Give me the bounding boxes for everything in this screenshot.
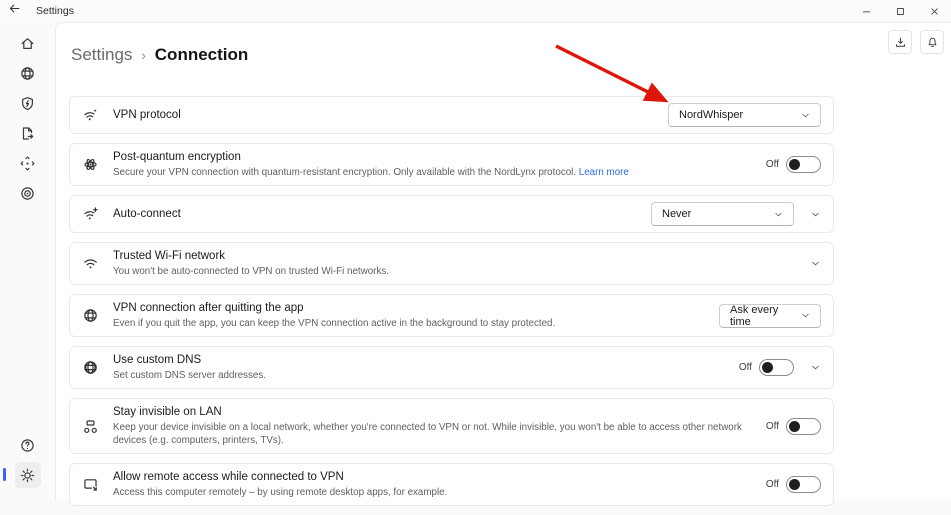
stay-invisible-lan-toggle[interactable]: Off <box>766 418 821 435</box>
setting-title: Post-quantum encryption <box>113 150 756 165</box>
download-icon <box>894 36 907 49</box>
toggle-knob <box>789 159 800 170</box>
setting-description: Set custom DNS server addresses. <box>113 369 729 382</box>
trusted-wifi-network-expand-chevron[interactable] <box>810 258 821 269</box>
breadcrumb-parent[interactable]: Settings <box>71 45 132 65</box>
chevron-down-icon <box>773 209 784 220</box>
globe-dns-icon <box>82 359 99 376</box>
lan-icon <box>82 418 99 435</box>
sidebar <box>0 22 55 500</box>
help-icon <box>19 437 36 454</box>
sidebar-item-browse-globe[interactable] <box>15 60 41 86</box>
wifi-sparkle-icon <box>82 107 99 124</box>
gear-icon <box>19 467 36 484</box>
settings-row-stay-invisible-lan[interactable]: Stay invisible on LANKeep your device in… <box>69 398 834 454</box>
toggle-knob <box>762 362 773 373</box>
chevron-down-icon <box>800 310 811 321</box>
sidebar-item-settings[interactable] <box>15 462 41 488</box>
back-icon <box>8 2 21 20</box>
toggle-knob <box>789 421 800 432</box>
globe-grid-icon <box>82 307 99 324</box>
setting-title: Trusted Wi-Fi network <box>113 249 800 264</box>
toggle-state-label: Off <box>766 479 779 490</box>
toggle-switch[interactable] <box>786 476 821 493</box>
wifi-icon <box>82 255 99 272</box>
toggle-switch[interactable] <box>786 418 821 435</box>
atom-icon <box>82 156 99 173</box>
breadcrumb: Settings › Connection <box>71 45 248 65</box>
use-custom-dns-expand-chevron[interactable] <box>810 362 821 373</box>
dropdown-value: NordWhisper <box>679 109 743 121</box>
breadcrumb-separator-icon: › <box>141 48 145 63</box>
home-icon <box>19 35 36 52</box>
remote-desktop-icon <box>82 476 99 493</box>
setting-description: You won't be auto-connected to VPN on tr… <box>113 265 800 278</box>
header-actions <box>888 30 944 54</box>
settings-row-use-custom-dns[interactable]: Use custom DNSSet custom DNS server addr… <box>69 346 834 389</box>
settings-row-vpn-after-quit[interactable]: VPN connection after quitting the appEve… <box>69 294 834 337</box>
chevron-down-icon <box>800 110 811 121</box>
setting-title: Stay invisible on LAN <box>113 405 756 420</box>
content-panel: Settings › Connection VPN protocol NordWh… <box>55 22 951 500</box>
minimize-button[interactable] <box>849 0 883 22</box>
vpn-after-quit-dropdown[interactable]: Ask every time <box>719 304 821 328</box>
file-export-icon <box>19 125 36 142</box>
toggle-state-label: Off <box>739 362 752 373</box>
sidebar-item-threat-protection[interactable] <box>15 90 41 116</box>
setting-title: VPN protocol <box>113 108 658 123</box>
settings-row-post-quantum-encryption[interactable]: Post-quantum encryptionSecure your VPN c… <box>69 143 834 186</box>
setting-title: Use custom DNS <box>113 353 729 368</box>
setting-title: Auto-connect <box>113 207 641 222</box>
setting-description: Secure your VPN connection with quantum-… <box>113 166 756 179</box>
notifications-button[interactable] <box>920 30 944 54</box>
auto-connect-expand-chevron[interactable] <box>810 209 821 220</box>
shield-bolt-icon <box>19 95 36 112</box>
setting-description: Access this computer remotely – by using… <box>113 486 756 499</box>
setting-title: VPN connection after quitting the app <box>113 301 709 316</box>
maximize-button[interactable] <box>883 0 917 22</box>
back-button[interactable] <box>0 0 28 22</box>
dropdown-value: Never <box>662 208 691 220</box>
settings-row-auto-connect[interactable]: Auto-connect Never <box>69 195 834 233</box>
toggle-switch[interactable] <box>786 156 821 173</box>
setting-description: Even if you quit the app, you can keep t… <box>113 317 709 330</box>
auto-connect-dropdown[interactable]: Never <box>651 202 794 226</box>
sidebar-item-dedicated-ip[interactable] <box>15 180 41 206</box>
toggle-switch[interactable] <box>759 359 794 376</box>
bell-icon <box>926 36 939 49</box>
toggle-knob <box>789 479 800 490</box>
dropdown-value: Ask every time <box>730 304 792 328</box>
setting-description: Keep your device invisible on a local ne… <box>113 421 756 447</box>
toggle-state-label: Off <box>766 421 779 432</box>
learn-more-link[interactable]: Learn more <box>579 167 629 178</box>
wifi-plus-icon <box>82 206 99 223</box>
close-icon <box>929 6 940 17</box>
minimize-icon <box>861 6 872 17</box>
sidebar-item-file-sharing[interactable] <box>15 120 41 146</box>
meshnet-icon <box>19 155 36 172</box>
toggle-state-label: Off <box>766 159 779 170</box>
target-icon <box>19 185 36 202</box>
use-custom-dns-toggle[interactable]: Off <box>739 359 794 376</box>
post-quantum-encryption-toggle[interactable]: Off <box>766 156 821 173</box>
globe-icon <box>19 65 36 82</box>
setting-title: Allow remote access while connected to V… <box>113 470 756 485</box>
window-title: Settings <box>36 5 74 17</box>
titlebar: Settings <box>0 0 951 22</box>
close-button[interactable] <box>917 0 951 22</box>
sidebar-item-help[interactable] <box>15 432 41 458</box>
sidebar-item-meshnet[interactable] <box>15 150 41 176</box>
sidebar-item-home[interactable] <box>15 30 41 56</box>
settings-row-vpn-protocol[interactable]: VPN protocol NordWhisper <box>69 96 834 134</box>
page-title: Connection <box>155 45 249 65</box>
maximize-icon <box>895 6 906 17</box>
settings-row-trusted-wifi-network[interactable]: Trusted Wi-Fi networkYou won't be auto-c… <box>69 242 834 285</box>
allow-remote-access-toggle[interactable]: Off <box>766 476 821 493</box>
vpn-protocol-dropdown[interactable]: NordWhisper <box>668 103 821 127</box>
downloads-button[interactable] <box>888 30 912 54</box>
